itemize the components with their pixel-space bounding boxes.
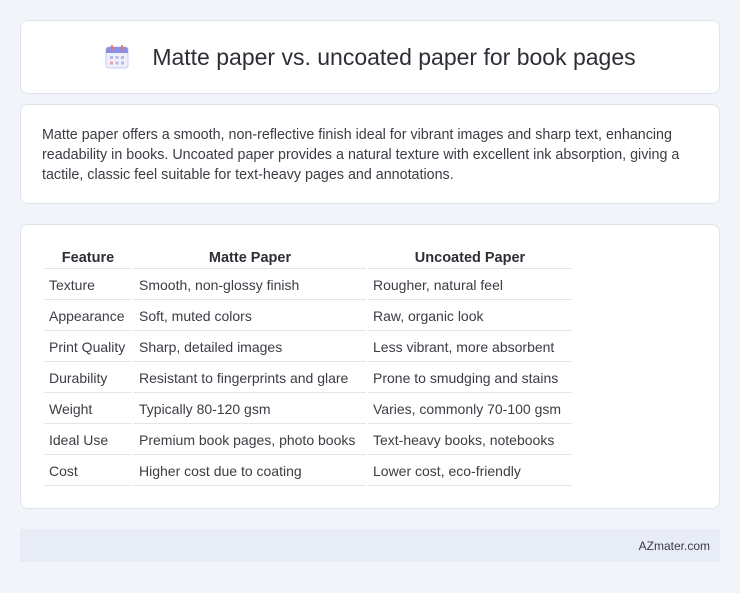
table-cell: Typically 80-120 gsm — [134, 395, 366, 424]
table-cell: Ideal Use — [44, 426, 132, 455]
table-cell: Durability — [44, 364, 132, 393]
description-text: Matte paper offers a smooth, non-reflect… — [42, 127, 680, 183]
table-cell: Sharp, detailed images — [134, 333, 366, 362]
table-cell: Raw, organic look — [368, 302, 572, 331]
table-cell: Resistant to fingerprints and glare — [134, 364, 366, 393]
table-cell: Lower cost, eco-friendly — [368, 457, 572, 486]
table-cell: Premium book pages, photo books — [134, 426, 366, 455]
table-header-row: Feature Matte Paper Uncoated Paper — [44, 247, 572, 269]
table-row: Texture Smooth, non-glossy finish Roughe… — [44, 271, 572, 300]
comparison-card: Feature Matte Paper Uncoated Paper Textu… — [20, 224, 720, 509]
table-row: Weight Typically 80-120 gsm Varies, comm… — [44, 395, 572, 424]
table-cell: Prone to smudging and stains — [368, 364, 572, 393]
table-row: Cost Higher cost due to coating Lower co… — [44, 457, 572, 486]
table-cell: Varies, commonly 70-100 gsm — [368, 395, 572, 424]
column-header: Matte Paper — [134, 247, 366, 269]
table-cell: Print Quality — [44, 333, 132, 362]
table-row: Durability Resistant to fingerprints and… — [44, 364, 572, 393]
table-row: Appearance Soft, muted colors Raw, organ… — [44, 302, 572, 331]
description-card: Matte paper offers a smooth, non-reflect… — [20, 104, 720, 204]
footer-bar: AZmater.com — [20, 529, 720, 562]
table-cell: Text-heavy books, notebooks — [368, 426, 572, 455]
column-header: Uncoated Paper — [368, 247, 572, 269]
table-cell: Soft, muted colors — [134, 302, 366, 331]
comparison-table: Feature Matte Paper Uncoated Paper Textu… — [42, 245, 574, 488]
table-row: Ideal Use Premium book pages, photo book… — [44, 426, 572, 455]
table-row: Print Quality Sharp, detailed images Les… — [44, 333, 572, 362]
table-cell: Cost — [44, 457, 132, 486]
title-card: Matte paper vs. uncoated paper for book … — [20, 20, 720, 94]
table-cell: Rougher, natural feel — [368, 271, 572, 300]
footer-site-link[interactable]: AZmater.com — [639, 539, 710, 553]
table-cell: Higher cost due to coating — [134, 457, 366, 486]
table-cell: Less vibrant, more absorbent — [368, 333, 572, 362]
page-title: Matte paper vs. uncoated paper for book … — [152, 43, 636, 70]
table-cell: Smooth, non-glossy finish — [134, 271, 366, 300]
column-header: Feature — [44, 247, 132, 269]
table-cell: Appearance — [44, 302, 132, 331]
calendar-icon — [105, 45, 129, 69]
table-cell: Weight — [44, 395, 132, 424]
table-cell: Texture — [44, 271, 132, 300]
